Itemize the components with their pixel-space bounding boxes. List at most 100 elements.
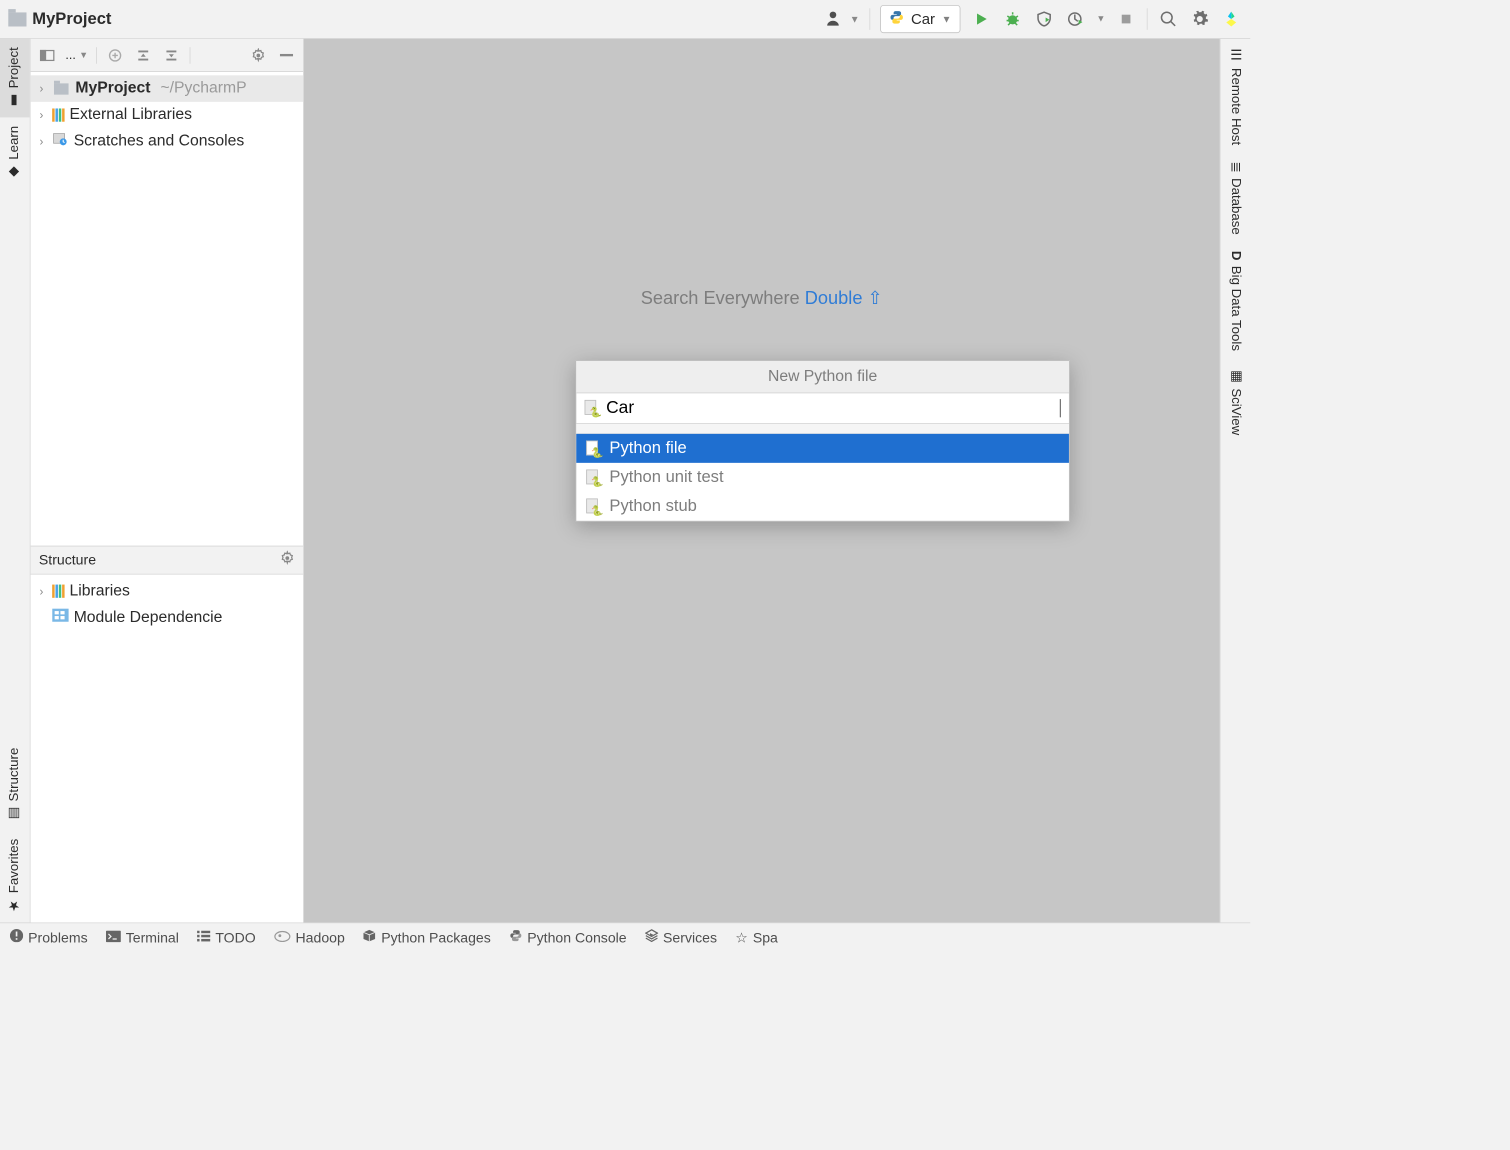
project-tree[interactable]: › MyProject ~/PycharmP › External Librar… — [31, 72, 303, 546]
tree-node-module-deps[interactable]: Module Dependencie — [31, 604, 303, 630]
expand-all-icon[interactable] — [134, 45, 154, 65]
python-icon — [889, 10, 904, 29]
tree-node-scratches[interactable]: › Scratches and Consoles — [31, 128, 303, 154]
tool-tab-terminal[interactable]: Terminal — [106, 929, 179, 946]
brand-icon[interactable] — [1220, 8, 1242, 30]
chevron-down-icon: ▼ — [942, 13, 952, 25]
file-type-option[interactable]: 🐍 Python stub — [576, 492, 1069, 521]
chevron-right-icon[interactable]: › — [36, 82, 48, 95]
tab-label: Python Packages — [381, 929, 491, 946]
tool-tab-favorites[interactable]: ★ Favorites — [0, 831, 30, 923]
remote-host-icon: ☰ — [1228, 47, 1244, 63]
filename-input[interactable] — [606, 398, 1053, 418]
list-icon — [197, 929, 210, 946]
tool-tab-spark[interactable]: ☆ Spa — [735, 929, 778, 946]
folder-icon — [8, 12, 26, 26]
star-icon: ☆ — [735, 929, 748, 946]
tool-tab-database[interactable]: ≣ Database — [1220, 153, 1250, 242]
tool-tab-services[interactable]: Services — [645, 929, 717, 946]
tool-tab-python-console[interactable]: Python Console — [509, 929, 627, 946]
separator — [1147, 8, 1148, 30]
tool-tab-remote-host[interactable]: ☰ Remote Host — [1220, 39, 1250, 154]
project-tool-window: ... ▼ — [31, 39, 304, 922]
tree-node-external-libraries[interactable]: › External Libraries — [31, 102, 303, 128]
structure-icon: ▥ — [7, 807, 23, 823]
tool-tab-python-packages[interactable]: Python Packages — [363, 929, 491, 946]
profile-button[interactable] — [1065, 8, 1087, 30]
gear-icon[interactable] — [1189, 8, 1211, 30]
python-file-icon: 🐍 — [586, 440, 601, 457]
tool-tab-project[interactable]: ▮ Project — [0, 39, 30, 117]
tool-tab-big-data[interactable]: D Big Data Tools — [1220, 243, 1250, 359]
tool-tab-label: Database — [1228, 178, 1243, 235]
tool-tab-label: Project — [7, 47, 22, 88]
tool-tab-label: Remote Host — [1228, 68, 1243, 145]
breadcrumb[interactable]: MyProject — [8, 10, 111, 29]
tool-tab-structure[interactable]: ▥ Structure — [0, 740, 30, 831]
hadoop-icon — [274, 929, 291, 946]
structure-title: Structure — [39, 552, 96, 569]
tab-label: Spa — [753, 929, 778, 946]
tab-label: Problems — [28, 929, 87, 946]
select-opened-file-icon[interactable] — [105, 45, 125, 65]
tool-tab-hadoop[interactable]: Hadoop — [274, 929, 345, 946]
debug-button[interactable] — [1002, 8, 1024, 30]
packages-icon — [363, 929, 376, 946]
new-python-file-dialog: New Python file 🐍 🐍 Python file — [575, 360, 1069, 521]
collapse-all-icon[interactable] — [162, 45, 182, 65]
big-data-icon: D — [1228, 251, 1243, 261]
node-label: Module Dependencie — [74, 609, 223, 627]
chevron-down-icon[interactable]: ▼ — [850, 13, 860, 25]
file-type-option[interactable]: 🐍 Python unit test — [576, 463, 1069, 492]
option-label: Python unit test — [609, 468, 723, 487]
tool-tab-todo[interactable]: TODO — [197, 929, 256, 946]
tool-tab-problems[interactable]: Problems — [10, 929, 88, 946]
node-label: External Libraries — [70, 106, 192, 124]
sciview-icon: ▦ — [1228, 367, 1244, 383]
tab-label: Services — [663, 929, 717, 946]
database-icon: ≣ — [1228, 162, 1244, 173]
file-type-option[interactable]: 🐍 Python file — [576, 434, 1069, 463]
star-icon: ★ — [7, 898, 23, 914]
gear-icon[interactable] — [280, 551, 295, 570]
tab-label: Terminal — [126, 929, 179, 946]
search-everywhere-hint: Search Everywhere Double ⇧ — [641, 287, 883, 309]
tool-tab-label: SciView — [1228, 388, 1243, 435]
project-view-selector[interactable]: ... ▼ — [65, 48, 88, 62]
python-file-icon: 🐍 — [586, 498, 601, 515]
chevron-right-icon[interactable]: › — [36, 135, 48, 148]
tool-tab-label: Learn — [7, 126, 22, 160]
node-label: MyProject — [75, 79, 150, 97]
tool-tab-learn[interactable]: ◆ Learn — [0, 117, 30, 188]
chevron-right-icon[interactable]: › — [36, 108, 48, 121]
dialog-separator — [576, 424, 1069, 434]
right-tool-gutter: ☰ Remote Host ≣ Database D Big Data Tool… — [1220, 39, 1251, 922]
left-tool-gutter: ▮ Project ◆ Learn ▥ Structure ★ Favorite… — [0, 39, 31, 922]
search-icon[interactable] — [1158, 8, 1180, 30]
hint-shortcut: Double ⇧ — [805, 287, 883, 308]
tree-node-libraries[interactable]: › Libraries — [31, 578, 303, 604]
terminal-icon — [106, 929, 121, 946]
tree-node-project-root[interactable]: › MyProject ~/PycharmP — [31, 75, 303, 101]
run-coverage-button[interactable] — [1033, 8, 1055, 30]
node-path: ~/PycharmP — [160, 79, 246, 97]
combo-label: ... — [65, 48, 75, 62]
hide-icon[interactable] — [277, 45, 297, 65]
dialog-input-row: 🐍 — [576, 393, 1069, 424]
tool-tab-sciview[interactable]: ▦ SciView — [1220, 359, 1250, 443]
tool-tab-label: Favorites — [7, 839, 22, 893]
libraries-icon — [52, 585, 64, 598]
text-cursor — [1060, 399, 1061, 417]
run-configuration-selector[interactable]: Car ▼ — [880, 5, 960, 33]
navigation-bar: MyProject ▼ Car ▼ ▼ — [0, 0, 1250, 39]
view-mode-icon[interactable] — [37, 45, 57, 65]
hint-label: Search Everywhere — [641, 287, 800, 308]
learn-icon: ◆ — [7, 165, 23, 181]
user-icon[interactable] — [825, 8, 847, 30]
chevron-down-icon[interactable]: ▼ — [1096, 14, 1105, 24]
chevron-right-icon[interactable]: › — [36, 585, 48, 598]
tool-tab-label: Structure — [7, 748, 22, 802]
structure-tree[interactable]: › Libraries Module Dependencie — [31, 575, 303, 923]
run-button[interactable] — [971, 8, 993, 30]
gear-icon[interactable] — [248, 45, 268, 65]
